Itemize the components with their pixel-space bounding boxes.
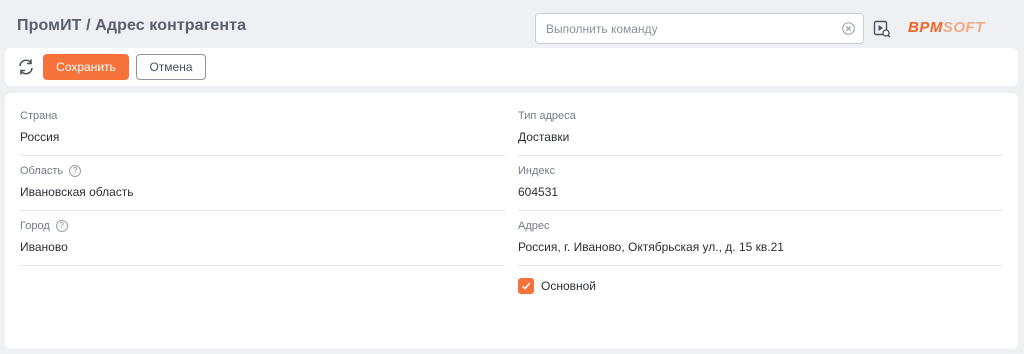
primary-checkbox-row: Основной [518,278,596,294]
help-icon[interactable]: ? [55,220,68,232]
region-label: Область ? [20,165,82,177]
header: ПромИТ / Адрес контрагента BPMSOFT [0,0,1024,50]
toolbar: Сохранить Отмена [5,48,1018,86]
zip-label: Индекс [518,165,555,177]
address-label: Адрес [518,220,550,232]
zip-value[interactable]: 604531 [518,185,558,199]
primary-checkbox-label: Основной [541,279,597,293]
address-form: Страна Россия Область ? Ивановская облас… [5,93,1018,349]
city-value[interactable]: Иваново [20,240,68,254]
clear-icon[interactable] [842,22,855,35]
bpmsoft-logo: BPMSOFT [908,19,985,36]
country-value[interactable]: Россия [20,130,59,144]
country-label: Страна [20,110,58,122]
checkmark-icon [521,282,531,290]
address-type-field[interactable]: Тип адреса Доставки [518,110,1003,156]
address-type-value[interactable]: Доставки [518,130,569,144]
region-field[interactable]: Область ? Ивановская область [20,165,505,211]
zip-field[interactable]: Индекс 604531 [518,165,1003,211]
address-field[interactable]: Адрес Россия, г. Иваново, Октябрьская ул… [518,220,1003,266]
address-type-label: Тип адреса [518,110,576,122]
command-input[interactable] [546,20,836,38]
page-title: ПромИТ / Адрес контрагента [17,17,247,34]
save-button[interactable]: Сохранить [43,54,129,80]
address-value[interactable]: Россия, г. Иваново, Октябрьская ул., д. … [518,240,784,254]
cancel-button[interactable]: Отмена [136,54,206,80]
primary-checkbox[interactable] [518,278,534,294]
refresh-icon[interactable] [17,58,35,76]
city-field[interactable]: Город ? Иваново [20,220,505,266]
country-field[interactable]: Страна Россия [20,110,505,156]
region-value[interactable]: Ивановская область [20,185,134,199]
play-icon[interactable] [873,20,891,38]
command-box[interactable] [535,13,864,44]
help-icon[interactable]: ? [69,165,82,177]
city-label: Город ? [20,220,68,232]
